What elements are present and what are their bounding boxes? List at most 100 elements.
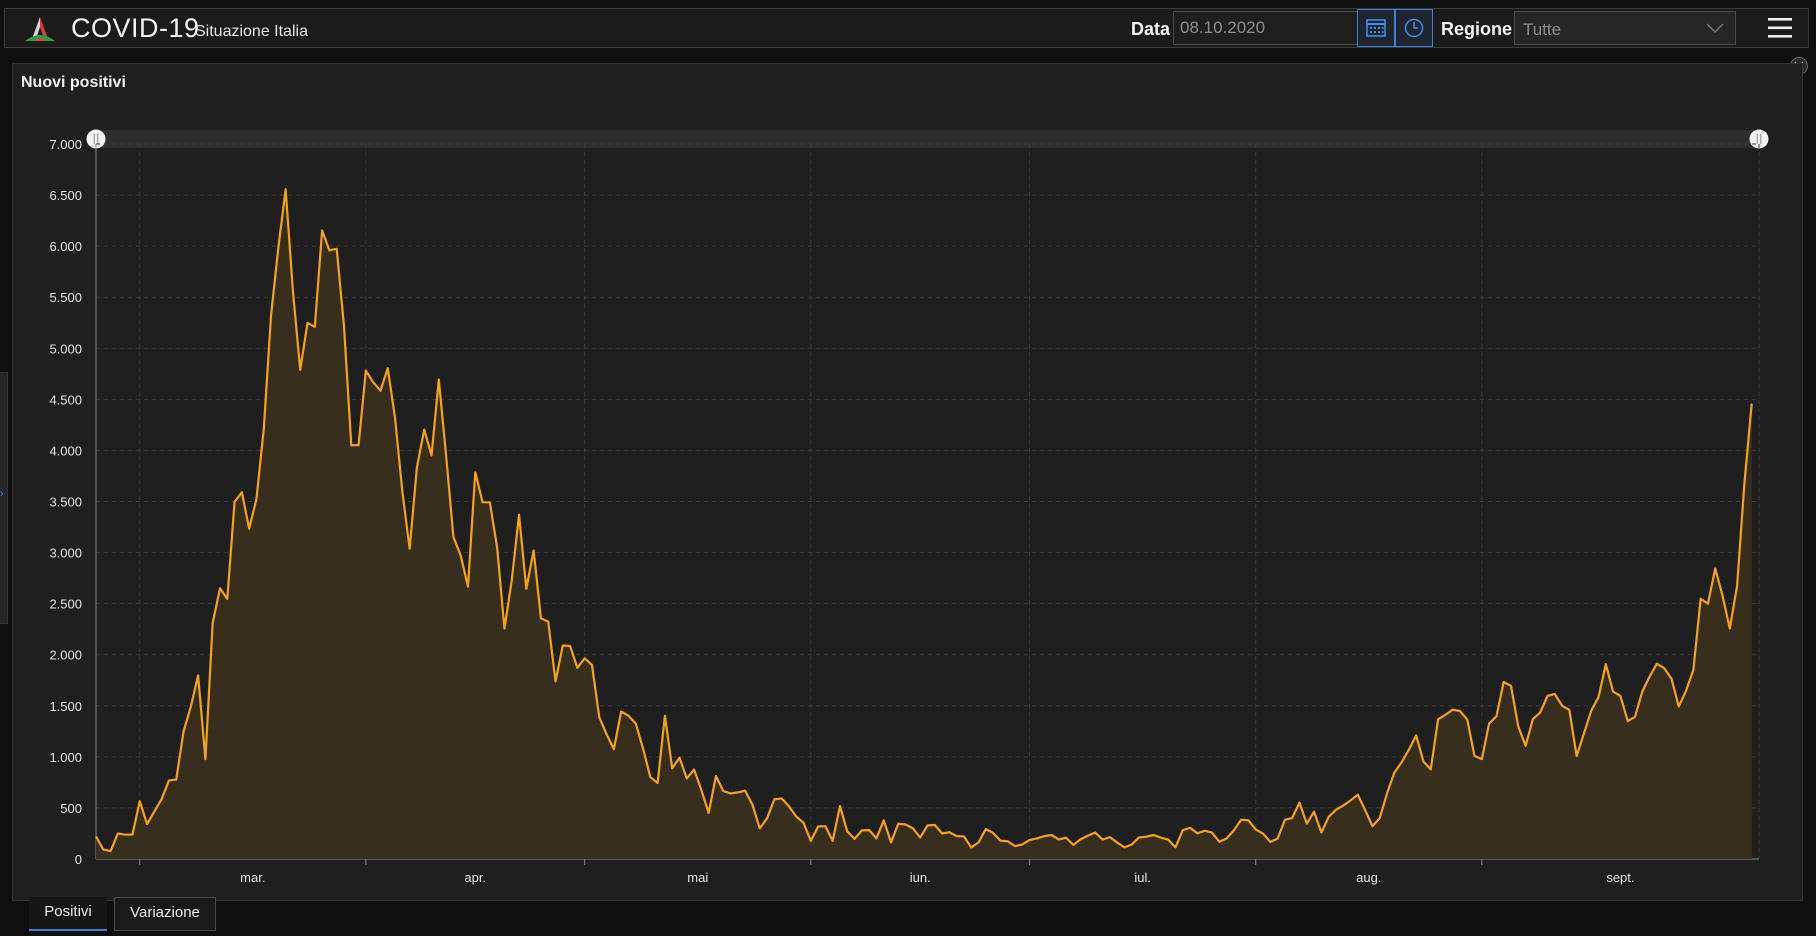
- data-point: [1648, 675, 1650, 677]
- data-point: [1364, 809, 1366, 811]
- data-point: [270, 314, 272, 316]
- data-point: [693, 768, 695, 770]
- data-point: [656, 782, 658, 784]
- data-point: [292, 290, 294, 292]
- data-point: [408, 547, 410, 549]
- data-point: [1590, 709, 1592, 711]
- data-point: [1524, 745, 1526, 747]
- data-point: [1240, 819, 1242, 821]
- data-point: [306, 322, 308, 324]
- tab-positivi[interactable]: Positivi: [29, 897, 107, 931]
- data-point: [1699, 598, 1701, 600]
- data-point: [737, 791, 739, 793]
- y-tick-label: 4.000: [49, 443, 82, 458]
- data-point: [1597, 696, 1599, 698]
- data-point: [1036, 837, 1038, 839]
- data-point: [1138, 836, 1140, 838]
- data-point: [897, 822, 899, 824]
- chevron-down-icon: [1706, 23, 1724, 33]
- region-select[interactable]: Tutte: [1514, 11, 1736, 45]
- data-point: [95, 835, 97, 837]
- data-point: [1357, 794, 1359, 796]
- date-input[interactable]: 08.10.2020: [1173, 11, 1361, 45]
- data-point: [1707, 603, 1709, 605]
- data-point: [518, 514, 520, 516]
- data-point: [350, 444, 352, 446]
- data-point: [335, 248, 337, 250]
- data-point: [496, 547, 498, 549]
- data-point: [722, 790, 724, 792]
- data-point: [452, 536, 454, 538]
- calendar-button[interactable]: [1357, 9, 1395, 47]
- data-point: [1211, 831, 1213, 833]
- data-point: [321, 229, 323, 231]
- y-tick-label: 1.000: [49, 750, 82, 765]
- data-point: [284, 188, 286, 190]
- data-point: [912, 827, 914, 829]
- data-point: [233, 501, 235, 503]
- x-tick-label: mai: [687, 870, 708, 885]
- data-point: [824, 825, 826, 827]
- data-point: [1320, 831, 1322, 833]
- tab-variazione[interactable]: Variazione: [114, 897, 216, 931]
- top-bar: COVID-19 Situazione Italia Data 08.10.20…: [4, 8, 1809, 48]
- data-point: [562, 644, 564, 646]
- y-tick-label: 0: [75, 852, 82, 867]
- data-point: [1233, 829, 1235, 831]
- hamburger-menu-icon[interactable]: [1766, 15, 1794, 41]
- data-point: [1291, 817, 1293, 819]
- data-point: [1605, 663, 1607, 665]
- data-point: [1663, 667, 1665, 669]
- data-point: [773, 798, 775, 800]
- data-point: [1503, 681, 1505, 683]
- data-point: [700, 789, 702, 791]
- data-point: [992, 832, 994, 834]
- data-point: [511, 579, 513, 581]
- data-point: [379, 389, 381, 391]
- y-tick-label: 3.500: [49, 495, 82, 510]
- data-point: [1007, 840, 1009, 842]
- y-tick-label: 1.500: [49, 699, 82, 714]
- data-point: [1189, 827, 1191, 829]
- data-point: [190, 705, 192, 707]
- data-point: [481, 501, 483, 503]
- data-point: [153, 810, 155, 812]
- data-point: [532, 549, 534, 551]
- data-point: [212, 622, 214, 624]
- data-point: [941, 832, 943, 834]
- data-point: [729, 792, 731, 794]
- data-point: [1043, 835, 1045, 837]
- data-point: [131, 833, 133, 835]
- data-point: [1568, 709, 1570, 711]
- data-point: [1444, 714, 1446, 716]
- data-point: [1123, 846, 1125, 848]
- data-point: [1327, 816, 1329, 818]
- x-tick-label: mar.: [240, 870, 265, 885]
- data-point: [766, 817, 768, 819]
- chevron-right-icon[interactable]: ›: [0, 488, 4, 500]
- data-point: [1079, 838, 1081, 840]
- data-point: [1532, 718, 1534, 720]
- y-tick-label: 2.000: [49, 648, 82, 663]
- data-point: [642, 747, 644, 749]
- x-tick-label: iul.: [1134, 870, 1151, 885]
- data-point: [1714, 567, 1716, 569]
- data-point: [139, 800, 141, 802]
- data-point: [387, 367, 389, 369]
- data-point: [1539, 711, 1541, 713]
- data-point: [1459, 710, 1461, 712]
- data-point: [1627, 720, 1629, 722]
- calendar-icon: [1366, 19, 1386, 37]
- data-point: [1612, 690, 1614, 692]
- x-tick-label: aug.: [1356, 870, 1381, 885]
- data-point: [977, 841, 979, 843]
- data-point: [1028, 839, 1030, 841]
- time-button[interactable]: [1395, 9, 1433, 47]
- data-point: [1298, 801, 1300, 803]
- data-point: [1685, 689, 1687, 691]
- data-point: [1262, 832, 1264, 834]
- x-tick-label: sept.: [1606, 870, 1634, 885]
- data-point: [357, 444, 359, 446]
- data-point: [109, 850, 111, 852]
- data-point: [299, 369, 301, 371]
